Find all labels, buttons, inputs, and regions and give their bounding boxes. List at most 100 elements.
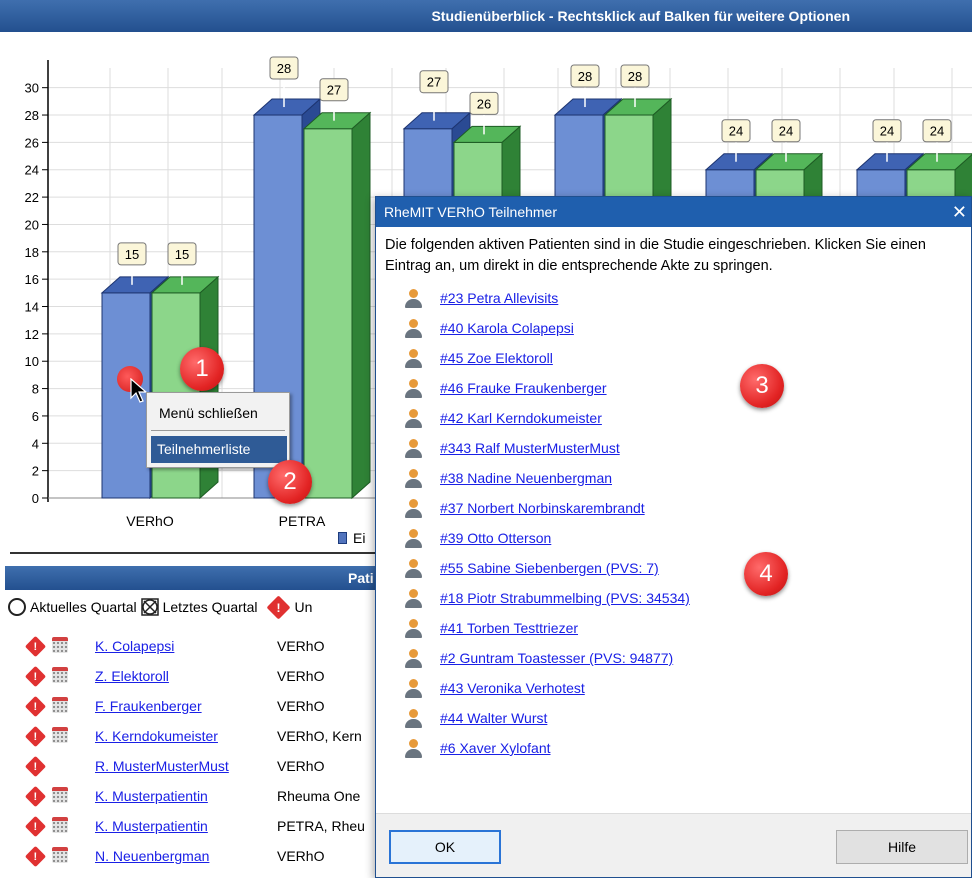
- participant-link[interactable]: #41 Torben Testtriezer: [440, 620, 578, 636]
- participant-link[interactable]: #6 Xaver Xylofant: [440, 740, 551, 756]
- participant-item[interactable]: #37 Norbert Norbinskarembrandt: [376, 495, 971, 525]
- y-tick-label: 22: [25, 190, 39, 205]
- participant-item[interactable]: #39 Otto Otterson: [376, 525, 971, 555]
- participant-item[interactable]: #343 Ralf MusterMusterMust: [376, 435, 971, 465]
- patient-row[interactable]: ! N. Neuenbergman VERhO: [0, 842, 380, 872]
- close-icon[interactable]: ✕: [952, 197, 967, 227]
- participant-link[interactable]: #42 Karl Kerndokumeister: [440, 410, 602, 426]
- chart-title: Studienüberblick - Rechtsklick auf Balke…: [431, 8, 850, 24]
- data-label: 24: [930, 124, 944, 139]
- warning-icon: !: [24, 665, 47, 688]
- patient-study: VERhO: [277, 758, 325, 774]
- calendar-icon: [52, 817, 68, 833]
- legend-label: Ei: [353, 530, 366, 546]
- patient-study: VERhO, Kern: [277, 728, 362, 744]
- participant-item[interactable]: #45 Zoe Elektoroll: [376, 345, 971, 375]
- warning-icon: !: [24, 815, 47, 838]
- person-icon: [404, 499, 422, 519]
- calendar-icon: [52, 727, 68, 743]
- menu-close-item[interactable]: Menü schließen: [159, 405, 258, 421]
- dialog-title: RheMIT VERhO Teilnehmer: [384, 204, 557, 220]
- participant-item[interactable]: #6 Xaver Xylofant: [376, 735, 971, 765]
- participant-item[interactable]: #23 Petra Allevisits: [376, 285, 971, 315]
- callout-badge-4: 4: [744, 552, 788, 596]
- participant-item[interactable]: #46 Frauke Fraukenberger: [376, 375, 971, 405]
- filter-warn-label[interactable]: Un: [295, 599, 313, 615]
- warning-icon: !: [24, 845, 47, 868]
- person-icon: [404, 679, 422, 699]
- calendar-icon: [52, 637, 68, 653]
- participant-link[interactable]: #55 Sabine Siebenbergen (PVS: 7): [440, 560, 659, 576]
- patient-row[interactable]: ! R. MusterMusterMust VERhO: [0, 752, 380, 782]
- bar: [303, 128, 353, 499]
- warning-icon: !: [24, 725, 47, 748]
- participant-item[interactable]: #41 Torben Testtriezer: [376, 615, 971, 645]
- patient-study: PETRA, Rheu: [277, 818, 365, 834]
- y-tick-label: 20: [25, 217, 39, 232]
- participant-link[interactable]: #45 Zoe Elektoroll: [440, 350, 553, 366]
- patient-row[interactable]: ! K. Musterpatientin Rheuma One: [0, 782, 380, 812]
- patient-row[interactable]: ! Z. Elektoroll VERhO: [0, 662, 380, 692]
- patient-name-link[interactable]: K. Musterpatientin: [95, 788, 208, 804]
- data-label: 26: [477, 96, 491, 111]
- participant-item[interactable]: #42 Karl Kerndokumeister: [376, 405, 971, 435]
- y-tick-label: 6: [32, 409, 39, 424]
- current-quarter-circle-icon[interactable]: [8, 598, 26, 616]
- participant-link[interactable]: #343 Ralf MusterMusterMust: [440, 440, 620, 456]
- participant-link[interactable]: #46 Frauke Fraukenberger: [440, 380, 607, 396]
- participant-link[interactable]: #2 Guntram Toastesser (PVS: 94877): [440, 650, 673, 666]
- patient-name-link[interactable]: K. Musterpatientin: [95, 818, 208, 834]
- y-tick-label: 14: [25, 300, 39, 315]
- participant-link[interactable]: #37 Norbert Norbinskarembrandt: [440, 500, 645, 516]
- filter-last-label[interactable]: Letztes Quartal: [163, 599, 258, 615]
- person-icon: [404, 739, 422, 759]
- participant-link[interactable]: #43 Veronika Verhotest: [440, 680, 585, 696]
- participant-item[interactable]: #2 Guntram Toastesser (PVS: 94877): [376, 645, 971, 675]
- patient-row[interactable]: ! F. Fraukenberger VERhO: [0, 692, 380, 722]
- filter-current-label[interactable]: Aktuelles Quartal: [30, 599, 137, 615]
- participant-item[interactable]: #44 Walter Wurst: [376, 705, 971, 735]
- person-icon: [404, 439, 422, 459]
- patient-name-link[interactable]: Z. Elektoroll: [95, 668, 169, 684]
- last-quarter-crossed-circle-icon[interactable]: [140, 598, 159, 616]
- legend-swatch: [338, 532, 347, 544]
- participant-link[interactable]: #39 Otto Otterson: [440, 530, 551, 546]
- participant-link[interactable]: #40 Karola Colapepsi: [440, 320, 574, 336]
- participant-item[interactable]: #55 Sabine Siebenbergen (PVS: 7): [376, 555, 971, 585]
- patient-row[interactable]: ! K. Colapepsi VERhO: [0, 632, 380, 662]
- data-label: 24: [880, 124, 894, 139]
- participant-link[interactable]: #44 Walter Wurst: [440, 710, 547, 726]
- calendar-icon: [52, 667, 68, 683]
- patient-name-link[interactable]: K. Kerndokumeister: [95, 728, 218, 744]
- participant-item[interactable]: #43 Veronika Verhotest: [376, 675, 971, 705]
- patient-name-link[interactable]: K. Colapepsi: [95, 638, 174, 654]
- participant-item[interactable]: #18 Piotr Strabummelbing (PVS: 34534): [376, 585, 971, 615]
- warning-icon: !: [24, 785, 47, 808]
- warning-icon: !: [24, 635, 47, 658]
- dialog-footer: OK Hilfe: [376, 813, 971, 877]
- participant-link[interactable]: #23 Petra Allevisits: [440, 290, 558, 306]
- y-tick-label: 12: [25, 327, 39, 342]
- participant-item[interactable]: #40 Karola Colapepsi: [376, 315, 971, 345]
- y-tick-label: 8: [32, 382, 39, 397]
- patient-row[interactable]: ! K. Musterpatientin PETRA, Rheu: [0, 812, 380, 842]
- help-button[interactable]: Hilfe: [836, 830, 968, 864]
- data-label: 28: [628, 69, 642, 84]
- patient-row[interactable]: ! K. Kerndokumeister VERhO, Kern: [0, 722, 380, 752]
- dialog-description: Die folgenden aktiven Patienten sind in …: [385, 237, 926, 274]
- participant-link[interactable]: #38 Nadine Neuenbergman: [440, 470, 612, 486]
- warning-icon: !: [24, 755, 47, 778]
- person-icon: [404, 349, 422, 369]
- participant-item[interactable]: #38 Nadine Neuenbergman: [376, 465, 971, 495]
- ok-button[interactable]: OK: [389, 830, 501, 864]
- y-tick-label: 18: [25, 245, 39, 260]
- patients-panel-title: Pati: [348, 570, 374, 586]
- patient-study: VERhO: [277, 698, 325, 714]
- participant-list-menu-item[interactable]: Teilnehmerliste: [151, 436, 287, 463]
- data-label: 24: [729, 124, 743, 139]
- data-label: 15: [175, 247, 189, 262]
- patient-name-link[interactable]: F. Fraukenberger: [95, 698, 202, 714]
- patient-name-link[interactable]: R. MusterMusterMust: [95, 758, 229, 774]
- patient-name-link[interactable]: N. Neuenbergman: [95, 848, 209, 864]
- participant-link[interactable]: #18 Piotr Strabummelbing (PVS: 34534): [440, 590, 690, 606]
